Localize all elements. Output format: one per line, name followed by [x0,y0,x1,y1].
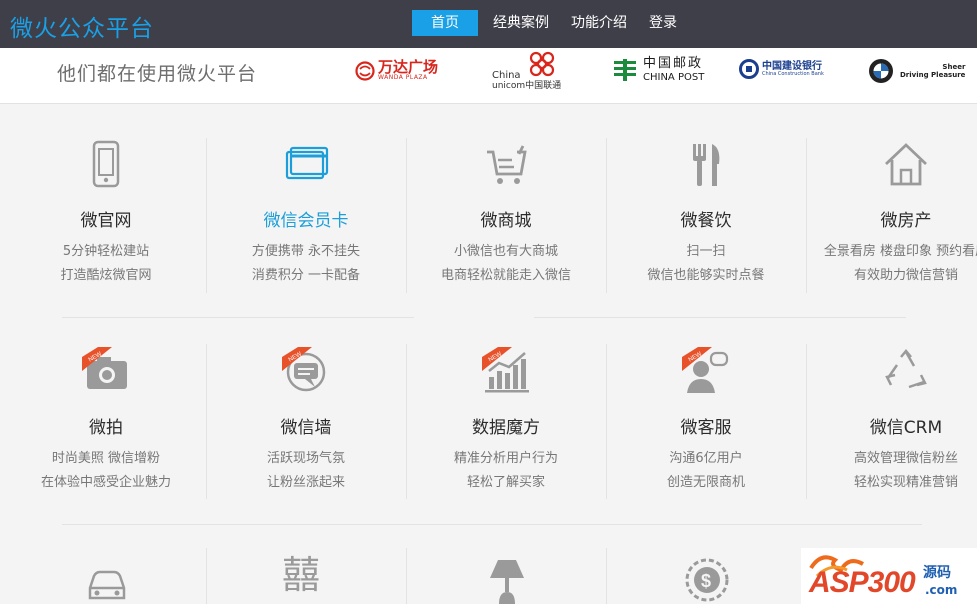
feature-desc: 沟通6亿用户 [669,451,743,466]
watermark-domain: .com [925,583,958,597]
feature-desc: 打造酷炫微官网 [60,268,152,283]
nav-login[interactable]: 登录 [638,10,688,36]
brand-logo[interactable]: 微火公众平台 [10,9,154,43]
partners-strip: 他们都在使用微火平台 万达广场 WANDA PLAZA China unicom… [0,48,977,104]
top-nav-bar: 微火公众平台 首页 经典案例 功能介绍 登录 [0,0,977,48]
svg-text:$: $ [701,571,711,591]
feature-title: 微官网 [80,211,132,231]
feature-title: 微餐饮 [680,211,732,231]
new-badge-icon: NEW [282,347,312,371]
feature-member-card[interactable]: 微信会员卡 方便携带 永不挂失 消费积分 一卡配备 [206,140,406,290]
house-icon [885,143,927,186]
phone-icon [92,140,120,188]
feature-micro-mall[interactable]: 微商城 小微信也有大商城 电商轻松就能走入微信 [406,140,606,290]
bmw-roundel-icon [869,59,893,83]
recycle-icon [885,349,927,389]
ccb-mark-icon [739,59,759,79]
car-icon[interactable] [84,558,130,604]
china-post-mark-icon [614,59,636,81]
unicom-knot-icon [529,51,555,77]
divider [606,548,607,604]
feature-title: 微客服 [680,418,732,438]
feature-desc: 消费积分 一卡配备 [251,268,361,283]
wanda-logo: 万达广场 WANDA PLAZA [354,60,438,81]
feature-desc: 电商轻松就能走入微信 [440,268,571,283]
feature-title: 微信墙 [280,418,332,438]
new-badge-icon: NEW [682,347,712,371]
ccb-en-text: China Construction Bank [762,70,824,77]
feature-title: 微信CRM [869,418,943,438]
feature-desc: 方便携带 永不挂失 [251,244,361,259]
china-post-logo: 中国邮政 CHINA POST [611,57,704,83]
feature-grid: 微官网 5分钟轻松建站 打造酷炫微官网 微信会员卡 方便携带 永不挂失 消费积分… [0,104,977,604]
feature-desc: 高效管理微信粉丝 [853,451,958,466]
feature-desc: 扫一扫 [686,244,726,259]
partners-title: 他们都在使用微火平台 [57,63,258,85]
nav-cases[interactable]: 经典案例 [482,10,560,36]
feature-micro-service[interactable]: NEW 微客服 沟通6亿用户 创造无限商机 [606,347,806,497]
ccb-logo: 中国建设银行 China Construction Bank [739,59,824,79]
cutlery-icon [693,144,720,186]
feature-desc: 有效助力微信营销 [853,268,958,283]
feature-data-cube[interactable]: NEW 数据魔方 精准分析用户行为 轻松了解买家 [406,347,606,497]
feature-micro-dining[interactable]: 微餐饮 扫一扫 微信也能够实时点餐 [606,140,806,290]
new-badge-icon: NEW [82,347,112,371]
post-cn-text: 中国邮政 [643,56,704,72]
feature-wechat-wall[interactable]: NEW 微信墙 活跃现场气氛 让粉丝涨起来 [206,347,406,497]
feature-desc: 轻松实现精准营销 [853,475,958,490]
feature-desc: 时尚美照 微信增粉 [51,451,161,466]
divider [534,317,906,318]
double-happiness-icon[interactable]: 囍 [282,556,320,594]
new-badge-icon: NEW [482,347,512,371]
bmw-logo: Sheer Driving Pleasure [868,58,965,84]
feature-title: 数据魔方 [472,418,540,438]
divider [62,524,922,525]
watermark-text: ASP300 [809,566,916,599]
feature-desc: 小微信也有大商城 [453,244,558,259]
wanda-cn-text: 万达广场 [378,58,439,76]
divider [62,317,414,318]
feature-desc: 活跃现场气氛 [266,451,345,466]
main-nav: 首页 经典案例 功能介绍 登录 [412,10,688,36]
wanda-mark-icon [355,60,375,81]
feature-desc: 微信也能够实时点餐 [647,268,765,283]
feature-micro-realty[interactable]: 微房产 全景看房 楼盘印象 预约看房 有效助力微信营销 [806,140,977,290]
bmw-line2-text: Driving Pleasure [900,71,966,79]
cart-icon [487,145,527,184]
nav-features[interactable]: 功能介绍 [560,10,638,36]
nav-home[interactable]: 首页 [412,10,478,36]
post-en-text: CHINA POST [643,71,705,83]
feature-title: 微商城 [480,211,532,231]
feature-micro-photo[interactable]: NEW 微拍 时尚美照 微信增粉 在体验中感受企业魅力 [6,347,206,497]
feature-title: 微房产 [880,211,932,231]
feature-title: 微拍 [89,418,123,438]
watermark-logo: ASP300 源码 .com [801,548,977,604]
card-icon [285,146,329,180]
feature-wechat-crm[interactable]: 微信CRM 高效管理微信粉丝 轻松实现精准营销 [806,347,977,497]
feature-desc: 创造无限商机 [666,475,745,490]
feature-desc: 在体验中感受企业魅力 [40,475,171,490]
divider [406,548,407,604]
lamp-icon[interactable] [484,556,530,604]
unicom-logo: China unicom中国联通 [490,50,568,96]
feature-desc: 让粉丝涨起来 [266,475,345,490]
coin-icon[interactable]: $ [684,556,730,604]
unicom-top-text: China [492,70,521,81]
divider [206,548,207,604]
watermark-suffix: 源码 [923,565,951,581]
feature-desc: 轻松了解买家 [466,475,545,490]
feature-desc: 全景看房 楼盘印象 预约看房 [823,244,977,259]
bmw-line1-text: Sheer [942,62,966,71]
feature-desc: 5分钟轻松建站 [62,244,150,259]
feature-desc: 精准分析用户行为 [453,451,558,466]
unicom-bottom-text: unicom中国联通 [492,81,562,91]
feature-micro-site[interactable]: 微官网 5分钟轻松建站 打造酷炫微官网 [6,140,206,290]
feature-title: 微信会员卡 [263,211,349,231]
